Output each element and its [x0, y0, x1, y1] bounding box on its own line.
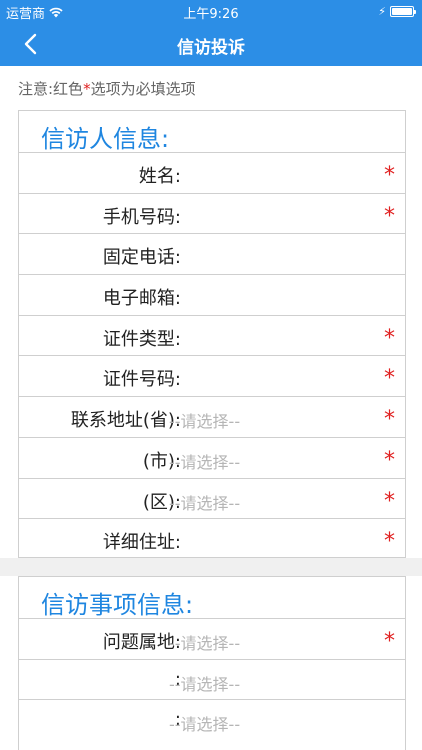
field-mobile[interactable]: 手机号码: *: [19, 192, 405, 234]
status-bar: 运营商 上午9:26 ⚡: [0, 0, 422, 22]
field-label: 详细住址:: [102, 532, 181, 554]
required-marker: *: [384, 203, 395, 229]
required-marker: *: [384, 529, 395, 555]
field-city-select[interactable]: (市): --请选择-- *: [19, 436, 405, 478]
notice-prefix: 注意:红色: [18, 80, 84, 98]
required-marker: *: [384, 629, 395, 654]
status-time: 上午9:26: [183, 7, 239, 22]
field-landline[interactable]: 固定电话:: [19, 233, 405, 274]
charging-icon: ⚡: [378, 5, 386, 18]
section-separator: [0, 558, 422, 576]
section-title-petitioner: 信访人信息:: [41, 125, 170, 153]
matter-info-section: 信访事项信息: 问题属地: --请选择-- * : --请选择-- : --请选…: [18, 576, 406, 750]
required-marker: *: [384, 407, 395, 433]
field-email[interactable]: 电子邮箱:: [19, 274, 405, 315]
field-label: 证件类型:: [102, 328, 181, 350]
field-sub-select-2[interactable]: : --请选择--: [19, 699, 405, 740]
notice-star: *: [83, 80, 91, 98]
required-marker: *: [384, 366, 395, 392]
field-province-select[interactable]: 联系地址(省): --请选择-- *: [19, 396, 405, 437]
field-label: 证件号码:: [102, 369, 181, 391]
section-title-matter: 信访事项信息:: [41, 591, 194, 619]
required-marker: *: [384, 488, 395, 514]
field-label: 手机号码:: [102, 206, 181, 228]
navigation-bar: 信访投诉: [0, 22, 422, 66]
notice-suffix: 选项为必填选项: [90, 80, 196, 98]
select-placeholder: --请选择--: [169, 493, 241, 513]
field-label: 电子邮箱:: [102, 288, 181, 310]
field-label: 联系地址(省):: [70, 410, 181, 432]
field-detail-address[interactable]: 详细住址: *: [19, 518, 405, 559]
petitioner-info-section: 信访人信息: 姓名: * 手机号码: * 固定电话: 电子邮箱: 证件类型: *…: [18, 110, 406, 558]
select-placeholder: --请选择--: [169, 674, 241, 694]
field-district-select[interactable]: (区): --请选择-- *: [19, 477, 405, 519]
required-notice: 注意:红色*选项为必填选项: [18, 78, 196, 99]
required-marker: *: [384, 163, 395, 188]
required-marker: *: [384, 447, 395, 473]
select-placeholder: --请选择--: [169, 452, 241, 472]
page-title: 信访投诉: [177, 38, 245, 58]
select-placeholder: --请选择--: [169, 715, 241, 735]
field-id-number[interactable]: 证件号码: *: [19, 355, 405, 396]
battery-status: ⚡: [378, 5, 416, 18]
field-issue-location-select[interactable]: 问题属地: --请选择-- *: [19, 618, 405, 659]
field-name[interactable]: 姓名: *: [19, 152, 405, 193]
field-id-type[interactable]: 证件类型: *: [19, 314, 405, 356]
required-marker: *: [384, 325, 395, 351]
field-sub-select-1[interactable]: : --请选择--: [19, 658, 405, 700]
select-placeholder: --请选择--: [169, 412, 241, 432]
select-placeholder: --请选择--: [169, 634, 241, 653]
battery-icon: [390, 6, 416, 17]
field-label: 固定电话:: [102, 247, 181, 269]
field-label: 姓名:: [138, 166, 181, 187]
